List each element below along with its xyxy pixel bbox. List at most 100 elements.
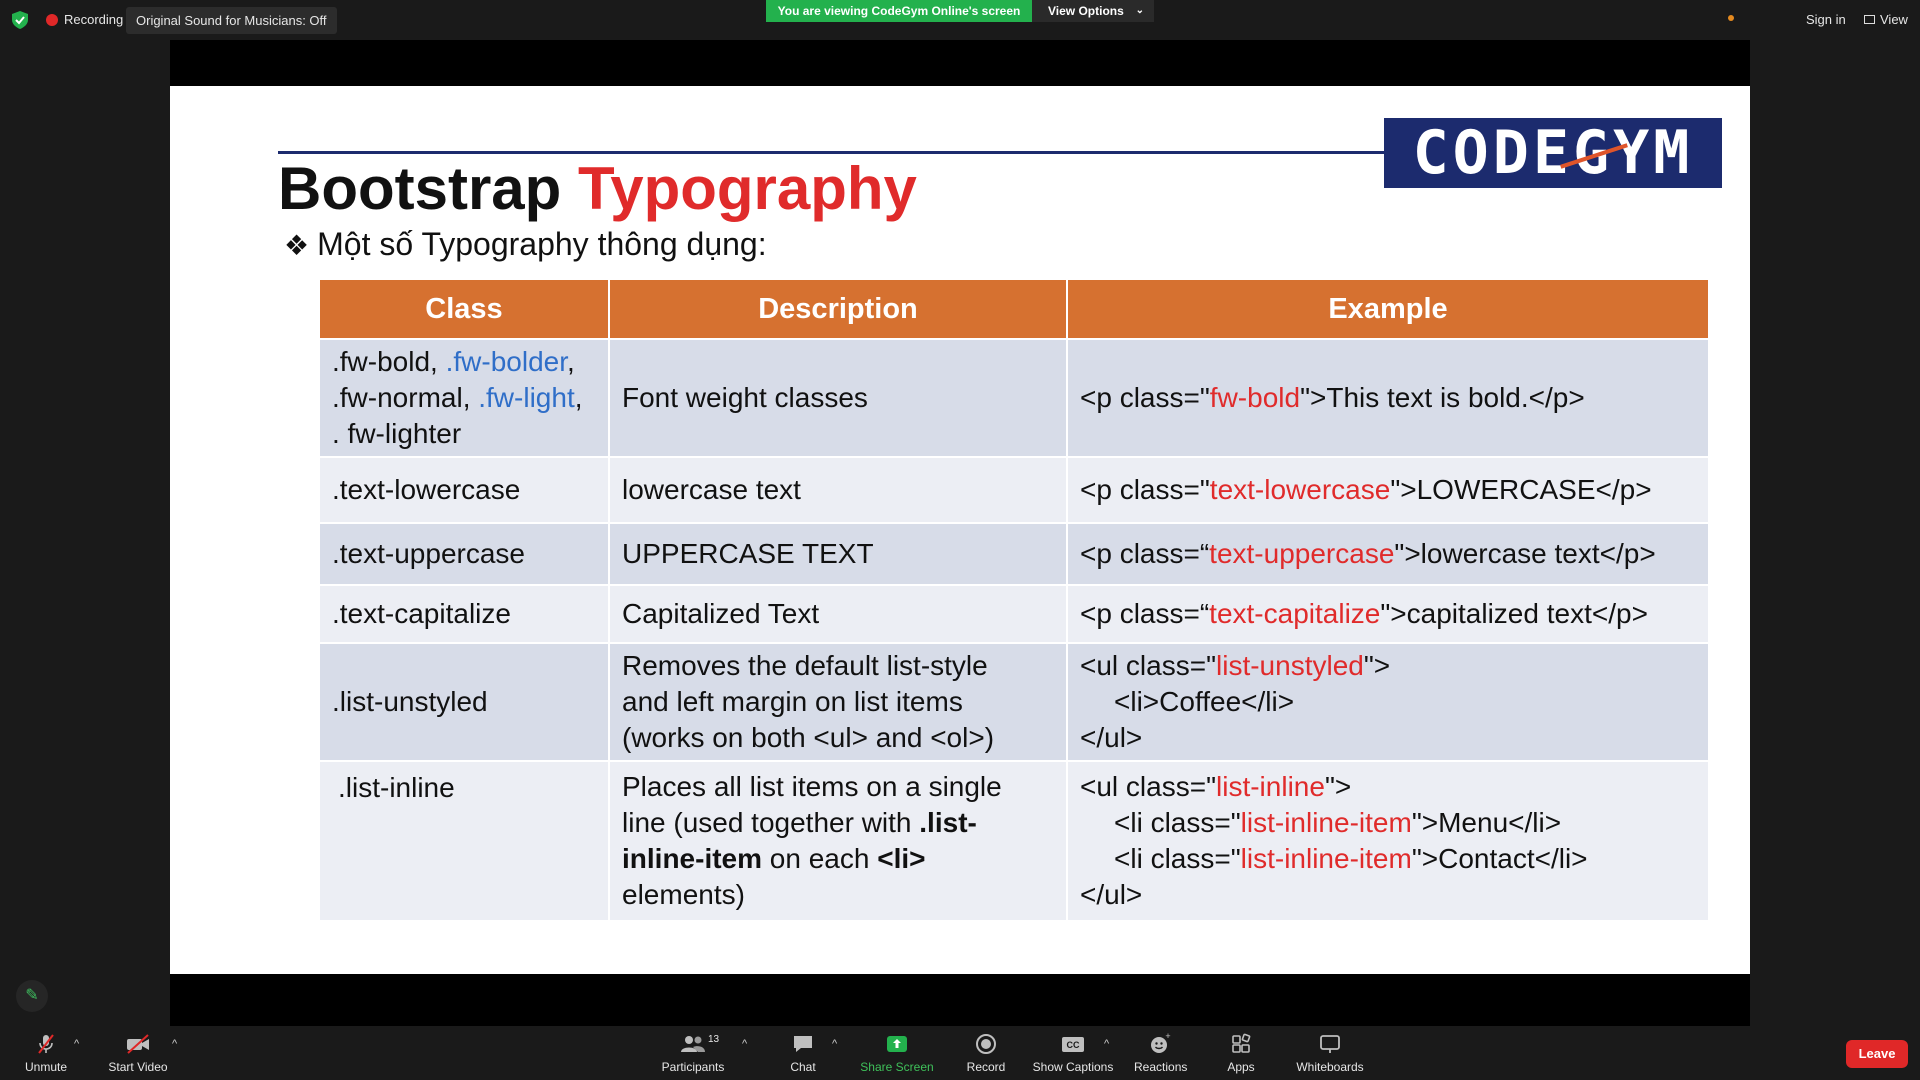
example-text: <li class=" (1114, 807, 1241, 838)
example-class-highlight: list-inline-item (1240, 807, 1412, 838)
class-cell: .list-unstyled (320, 644, 610, 760)
example-text: ">capitalized text</p> (1380, 598, 1648, 629)
record-icon (976, 1034, 996, 1054)
class-cell: .text-lowercase (320, 458, 610, 522)
class-cell: .list-inline (320, 762, 610, 920)
share-screen-button[interactable]: Share Screen (860, 1032, 934, 1074)
class-text: .text-uppercase (332, 538, 525, 569)
example-text: <ul class=" (1080, 771, 1217, 802)
chat-caret-icon[interactable]: ^ (832, 1038, 837, 1050)
description-cell: UPPERCASE TEXT (610, 524, 1068, 584)
closed-captions-icon: CC (1062, 1037, 1084, 1052)
slide-subtitle: ❖ Một số Typography thông dụng: (284, 226, 767, 263)
apps-button[interactable]: Apps (1226, 1032, 1256, 1074)
example-text: ">lowercase text</p> (1394, 538, 1656, 569)
description-cell: lowercase text (610, 458, 1068, 522)
recording-label[interactable]: Recording (64, 12, 123, 27)
chat-label: Chat (790, 1060, 816, 1074)
example-text: "> (1363, 650, 1391, 681)
view-button[interactable]: View (1864, 12, 1908, 27)
sign-in-link[interactable]: Sign in (1806, 12, 1846, 27)
example-cell: <p class=“text-uppercase">lowercase text… (1068, 524, 1708, 584)
description-text-bold: <li> (877, 843, 926, 874)
table-row: .list-inline Places all list items on a … (320, 760, 1708, 920)
example-class-highlight: text-capitalize (1209, 598, 1381, 629)
table-row: .text-capitalize Capitalized Text <p cla… (320, 584, 1708, 642)
record-label: Record (966, 1060, 1006, 1074)
table-row: .fw-bold, .fw-bolder, .fw-normal, .fw-li… (320, 338, 1708, 456)
chat-bubble-icon (794, 1036, 812, 1052)
meeting-toolbar: Unmute ^ Start Video ^ Participants 13 ^… (0, 1026, 1920, 1080)
leave-button[interactable]: Leave (1846, 1040, 1908, 1068)
example-text: <ul class=" (1080, 650, 1217, 681)
show-captions-button[interactable]: CC Show Captions (1032, 1032, 1114, 1074)
video-camera-off-icon (127, 1034, 149, 1054)
shield-check-icon[interactable] (12, 11, 28, 29)
video-options-caret-icon[interactable]: ^ (172, 1038, 177, 1050)
header-example: Example (1328, 293, 1448, 325)
example-text: <p class=" (1080, 474, 1210, 505)
example-text: ">Menu</li> (1411, 807, 1562, 838)
reactions-label: Reactions (1134, 1060, 1188, 1074)
record-button[interactable]: Record (964, 1032, 1008, 1074)
class-text: , (574, 382, 583, 413)
class-text: .text-lowercase (332, 474, 521, 505)
example-cell: <p class=“text-capitalize">capitalized t… (1068, 586, 1708, 642)
closed-captions-icon-text: CC (1067, 1040, 1080, 1050)
example-class-highlight: list-unstyled (1216, 650, 1364, 681)
notification-dot-icon (1728, 15, 1734, 21)
header-class: Class (320, 280, 610, 338)
example-text: ">This text is bold.</p> (1300, 382, 1585, 413)
description-text: elements) (622, 879, 745, 910)
participants-caret-icon[interactable]: ^ (742, 1038, 747, 1050)
class-text-highlight: .fw-bolder (445, 346, 568, 377)
class-text: , (567, 346, 575, 377)
example-cell: <ul class="list-unstyled"> <li>Coffee</l… (1068, 644, 1708, 760)
table-header: Class Description Example (320, 280, 1708, 338)
example-text: <p class=“ (1080, 598, 1210, 629)
recording-dot-icon (46, 14, 58, 26)
reactions-button[interactable]: + Reactions (1134, 1032, 1188, 1074)
class-text: .text-capitalize (332, 598, 511, 629)
example-text: <p class=" (1080, 382, 1210, 413)
slide-title-part2: Typography (578, 155, 917, 222)
show-captions-label: Show Captions (1032, 1060, 1114, 1074)
chat-button[interactable]: Chat (786, 1032, 820, 1074)
logo-text: CODEGYM (1412, 118, 1694, 188)
share-screen-label: Share Screen (860, 1060, 934, 1074)
captions-caret-icon[interactable]: ^ (1104, 1038, 1109, 1050)
share-screen-icon (887, 1036, 907, 1052)
whiteboards-button[interactable]: Whiteboards (1296, 1032, 1364, 1074)
original-sound-indicator[interactable]: Original Sound for Musicians: Off (126, 7, 337, 34)
svg-text:+: + (1165, 1032, 1170, 1041)
audio-options-caret-icon[interactable]: ^ (74, 1038, 79, 1050)
description-text: Removes the default list-style (622, 650, 988, 681)
description-text: (works on both <ul> and <ol>) (622, 722, 995, 753)
description-text: line (used together with (622, 807, 920, 838)
example-text: <li>Coffee</li> (1114, 686, 1295, 717)
meeting-top-bar: Recording Original Sound for Musicians: … (0, 0, 1920, 40)
table-row: .text-lowercase lowercase text <p class=… (320, 456, 1708, 522)
subtitle-text: Một số Typography thông dụng: (317, 226, 767, 262)
typography-table: Class Description Example .fw-bold, .fw-… (320, 280, 1708, 920)
description-cell: Places all list items on a single line (… (610, 762, 1068, 920)
participants-label: Participants (661, 1060, 725, 1074)
class-cell: .text-capitalize (320, 586, 610, 642)
start-video-label: Start Video (108, 1060, 168, 1074)
start-video-button[interactable]: Start Video (106, 1032, 170, 1074)
shared-screen-letterbox-bottom (170, 974, 1750, 1026)
class-cell: .fw-bold, .fw-bolder, .fw-normal, .fw-li… (320, 340, 610, 456)
unmute-button[interactable]: Unmute (20, 1032, 72, 1074)
table-row: .list-unstyled Removes the default list-… (320, 642, 1708, 760)
annotate-pencil-icon[interactable]: ✎ (16, 980, 48, 1012)
shared-screen-letterbox-top (170, 40, 1750, 86)
view-label: View (1880, 12, 1908, 27)
example-class-highlight: text-uppercase (1209, 538, 1395, 569)
view-options-button[interactable]: View Options ⌄ (1032, 0, 1154, 22)
example-text: </ul> (1080, 722, 1143, 753)
description-text: lowercase text (622, 474, 801, 505)
class-text: . fw-lighter (332, 418, 462, 449)
codegym-logo: CODEGYM (1384, 118, 1722, 188)
class-text: .fw-bold, (332, 346, 446, 377)
example-text: ">LOWERCASE</p> (1390, 474, 1652, 505)
